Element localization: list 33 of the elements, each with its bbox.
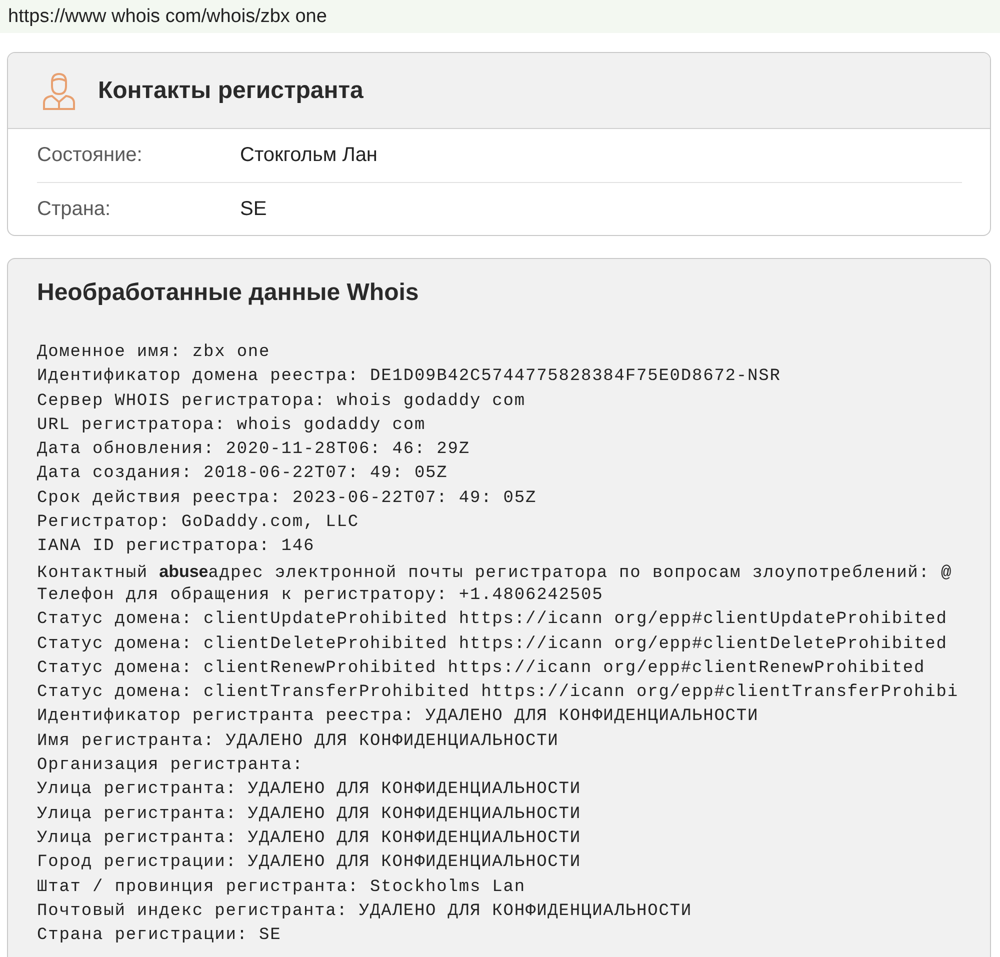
page-url: https://www whois com/whois/zbx one (8, 6, 327, 28)
whois-line: Доменное имя: zbx one (37, 342, 272, 364)
whois-line: Сервер WHOIS регистратора: whois godaddy com (37, 390, 526, 413)
field-label: Страна: (37, 198, 112, 220)
whois-line: Улица регистранта: УДАЛЕНО ДЛЯ КОНФИДЕНЦИАЛЬНОСТИ (37, 804, 582, 826)
whois-line: Дата обновления: 2020-11-28T06: 46: 29Z (37, 439, 471, 462)
whois-line: Срок действия реестра: 2023-06-22T07: 49: 05Z (37, 488, 538, 510)
whois-line: Статус домена: clientRenewProhibited https://icann org/epp#clientRenewProhibited (37, 658, 926, 680)
whois-line: Почтовый индекс регистранта: УДАЛЕНО ДЛЯ КОНФИДЕНЦИАЛЬНОСТИ (37, 900, 693, 923)
whois-line: Статус домена: clientUpdateProhibited https://icann org/epp#clientUpdateProhibited (37, 609, 948, 632)
whois-line: IANA ID регистратора: 146 (37, 536, 316, 558)
whois-line: Страна регистрации: SE (37, 925, 282, 948)
whois-line: Статус домена: clientTransferProhibited https://icann org/epp#clientTransferProhibi (37, 682, 960, 704)
whois-line: Контактный abuseадрес электронной почты регистратора по вопросам злоупотреблений: @ (37, 560, 954, 584)
whois-line: Имя регистранта: УДАЛЕНО ДЛЯ КОНФИДЕНЦИАЛЬНОСТИ (37, 730, 560, 753)
person-icon (42, 72, 76, 110)
whois-line: Город регистрации: УДАЛЕНО ДЛЯ КОНФИДЕНЦИАЛЬНОСТИ (37, 852, 582, 874)
field-value: Стокгольм Лан (240, 144, 378, 167)
whois-line: Штат / провинция регистранта: Stockholms Lan (37, 876, 526, 899)
whois-line: URL регистратора: whois godaddy com (37, 414, 427, 437)
whois-line: Идентификатор домена реестра: DE1D09B42C5744775828384F75E0D8672-NSR (37, 366, 782, 388)
field-label: Состояние: (37, 144, 144, 167)
card-title: Необработанные данные Whois (37, 279, 419, 306)
whois-line: Улица регистранта: УДАЛЕНО ДЛЯ КОНФИДЕНЦИАЛЬНОСТИ (37, 828, 582, 850)
whois-line: Организация регистранта: (37, 755, 304, 778)
whois-line: Дата создания: 2018-06-22T07: 49: 05Z (37, 463, 449, 486)
card-title: Контакты регистранта (98, 76, 364, 104)
whois-line: Улица регистранта: УДАЛЕНО ДЛЯ КОНФИДЕНЦИАЛЬНОСТИ (37, 779, 582, 802)
field-value: SE (240, 198, 267, 220)
whois-line: Телефон для обращения к регистратору: +1.4806242505 (37, 584, 604, 607)
whois-line: Статус домена: clientDeleteProhibited https://icann org/epp#clientDeleteProhibited (37, 634, 948, 656)
whois-line: Регистратор: GoDaddy.com, LLC (37, 512, 360, 534)
whois-line: Идентификатор регистранта реестра: УДАЛЕНО ДЛЯ КОНФИДЕНЦИАЛЬНОСТИ (37, 706, 760, 728)
